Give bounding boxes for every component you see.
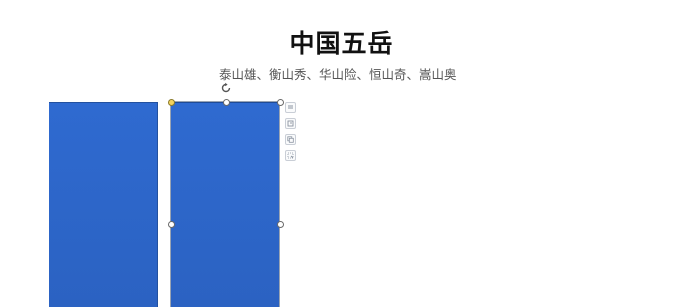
- slide-canvas[interactable]: 中国五岳 泰山雄、衡山秀、华山险、恒山奇、嵩山奥: [0, 0, 683, 307]
- resize-handle-left[interactable]: [168, 221, 175, 228]
- resize-handle-top-right[interactable]: [277, 99, 284, 106]
- align-icon[interactable]: [285, 118, 296, 129]
- blue-block-selected[interactable]: [171, 102, 280, 307]
- resize-handle-top[interactable]: [223, 99, 230, 106]
- resize-handle-right[interactable]: [277, 221, 284, 228]
- slide-title[interactable]: 中国五岳: [0, 24, 683, 60]
- adjust-handle[interactable]: [168, 99, 175, 106]
- layout-options-icon[interactable]: [285, 102, 296, 113]
- blue-block-left[interactable]: [49, 102, 158, 307]
- slide-subtitle[interactable]: 泰山雄、衡山秀、华山险、恒山奇、嵩山奥: [219, 64, 457, 83]
- crop-icon[interactable]: [285, 150, 296, 161]
- copy-style-icon[interactable]: [285, 134, 296, 145]
- rotate-icon[interactable]: [219, 81, 233, 95]
- shape-side-toolbar: [285, 102, 296, 161]
